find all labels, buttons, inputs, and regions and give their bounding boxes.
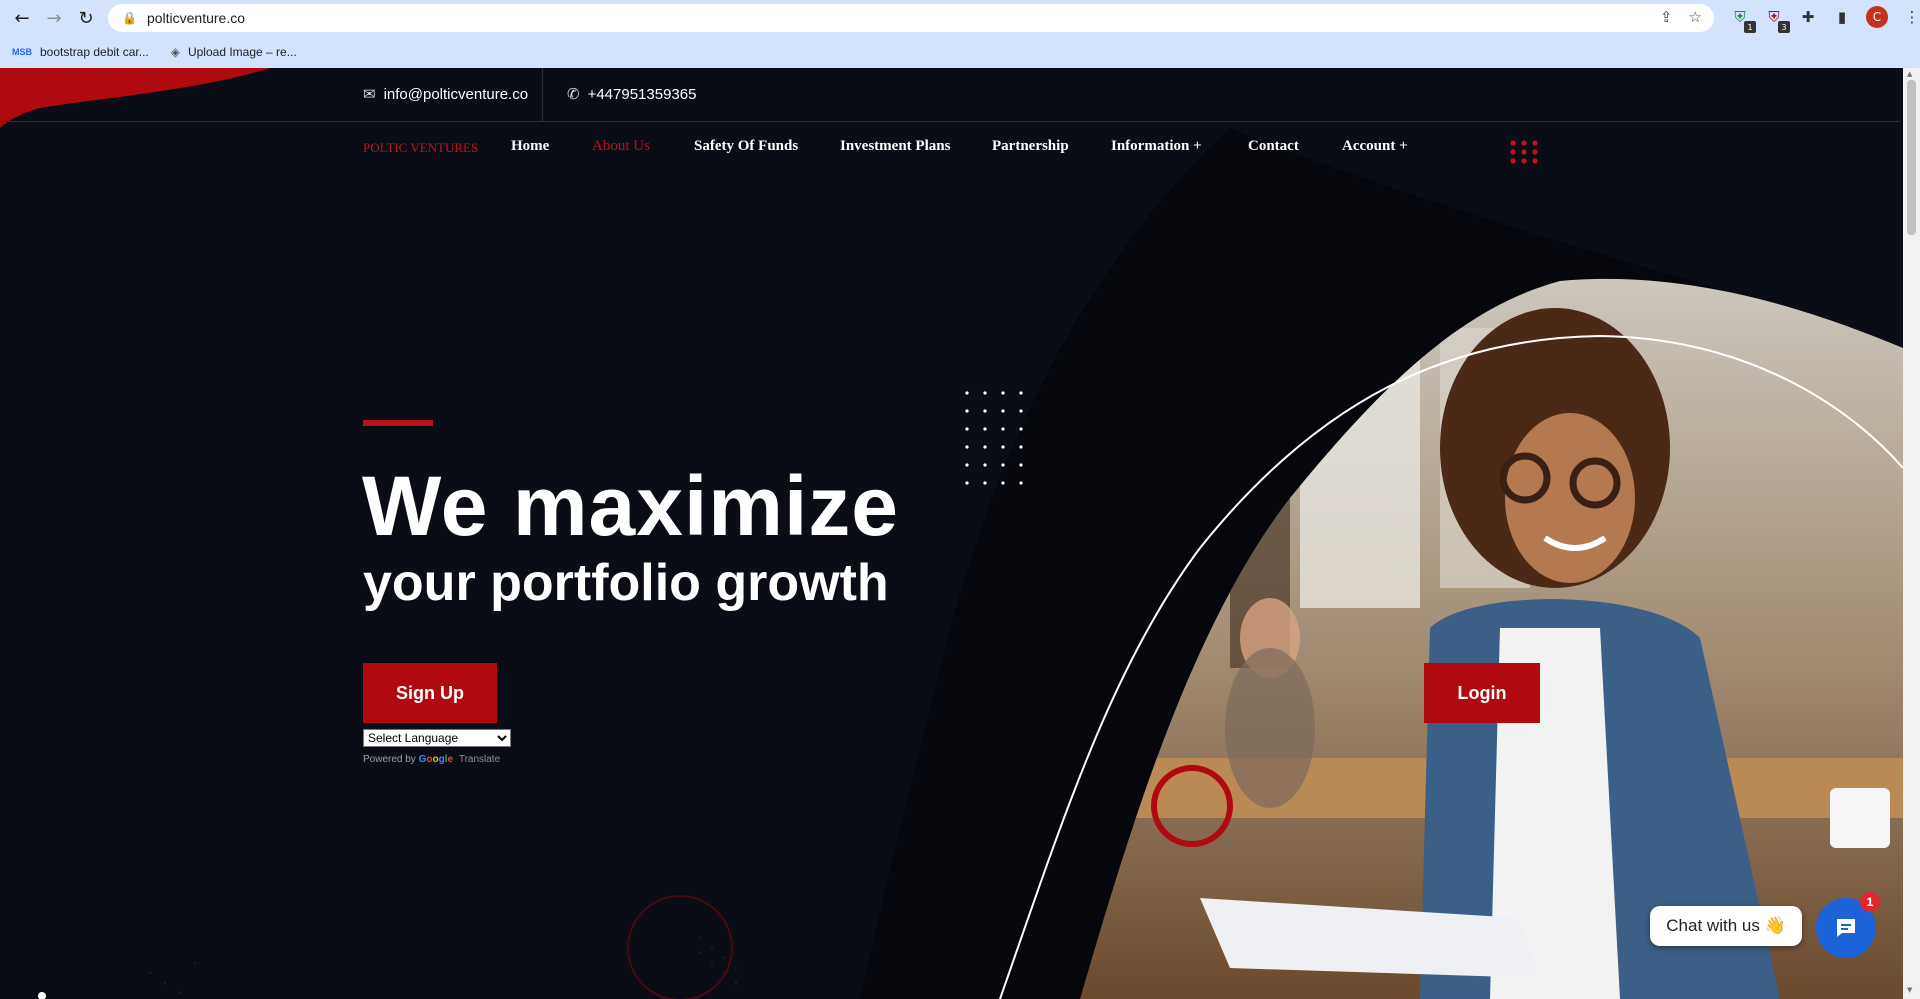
puzzle-icon[interactable]: ✚ bbox=[1798, 7, 1818, 27]
page-scrollbar[interactable]: ▲ ▼ bbox=[1903, 68, 1920, 999]
address-bar[interactable]: 🔒 polticventure.co ⇪ ☆ bbox=[108, 4, 1714, 32]
page: ✉ info@polticventure.co ✆ +447951359365 … bbox=[0, 68, 1920, 999]
nav-investment-plans[interactable]: Investment Plans bbox=[840, 138, 950, 155]
chat-bubble-icon bbox=[1837, 919, 1855, 937]
email-text: info@polticventure.co bbox=[383, 85, 529, 103]
bookmarks-bar: MSB bootstrap debit car... ◈ Upload Imag… bbox=[0, 38, 307, 66]
hero-accent-bar bbox=[363, 420, 433, 426]
topbar-divider bbox=[542, 68, 543, 122]
translate-link[interactable]: Translate bbox=[459, 754, 500, 765]
extension-shield-icon[interactable]: ⛨ 1 bbox=[1730, 7, 1756, 33]
language-select[interactable]: Select Language bbox=[363, 729, 511, 747]
scrollbar-thumb[interactable] bbox=[1907, 80, 1916, 235]
phone-contact[interactable]: ✆ +447951359365 bbox=[567, 85, 696, 103]
scroll-up-icon[interactable]: ▲ bbox=[1907, 70, 1912, 78]
bookmark-star-icon[interactable]: ☆ bbox=[1689, 8, 1702, 26]
reload-icon[interactable]: ↻ bbox=[70, 2, 102, 34]
hero-headline: We maximize bbox=[362, 459, 900, 553]
nav-information[interactable]: Information + bbox=[1111, 138, 1202, 155]
scroll-down-icon[interactable]: ▼ bbox=[1907, 986, 1912, 994]
nav-safety-of-funds[interactable]: Safety Of Funds bbox=[694, 138, 798, 155]
profile-avatar[interactable]: C bbox=[1866, 6, 1888, 28]
chat-with-us-label[interactable]: Chat with us 👋 bbox=[1650, 906, 1802, 946]
url-text[interactable]: polticventure.co bbox=[147, 10, 245, 26]
extension-shield-red-icon[interactable]: ⛨ 3 bbox=[1764, 7, 1790, 33]
sidepanel-icon[interactable]: ▮ bbox=[1832, 7, 1852, 27]
login-button[interactable]: Login bbox=[1424, 663, 1540, 723]
hero-background bbox=[0, 68, 1903, 999]
google-translate-attribution: Powered by Google Translate bbox=[363, 754, 500, 765]
phone-icon: ✆ bbox=[567, 85, 580, 103]
nav-about-us[interactable]: About Us bbox=[592, 138, 650, 155]
browser-chrome: ← → ↻ 🔒 polticventure.co ⇪ ☆ ⛨ 1 ⛨ 3 ✚ ▮ C… bbox=[0, 0, 1920, 68]
nav-contact[interactable]: Contact bbox=[1248, 138, 1299, 155]
share-icon[interactable]: ⇪ bbox=[1660, 8, 1673, 26]
signup-button[interactable]: Sign Up bbox=[363, 663, 497, 723]
chat-notification-badge: 1 bbox=[1860, 892, 1880, 912]
back-icon[interactable]: ← bbox=[6, 2, 38, 34]
nav-home[interactable]: Home bbox=[511, 138, 549, 155]
brand-logo[interactable]: POLTIC VENTURES bbox=[363, 140, 478, 156]
nav-account[interactable]: Account + bbox=[1342, 138, 1408, 155]
extension-badge: 3 bbox=[1778, 21, 1790, 33]
menu-kebab-icon[interactable]: ⋮ bbox=[1902, 7, 1920, 27]
extension-badge: 1 bbox=[1744, 21, 1756, 33]
extensions-area: ⛨ 1 ⛨ 3 ✚ ▮ C ⋮ bbox=[1730, 6, 1920, 33]
nav-partnership[interactable]: Partnership bbox=[992, 138, 1069, 155]
bookmark-item[interactable]: MSB bootstrap debit car... bbox=[12, 45, 149, 59]
forward-icon[interactable]: → bbox=[38, 2, 70, 34]
bookmark-label: bootstrap debit car... bbox=[40, 45, 149, 59]
lock-icon: 🔒 bbox=[122, 11, 137, 25]
msb-icon: MSB bbox=[12, 47, 32, 57]
stack-icon: ◈ bbox=[170, 45, 180, 59]
bookmark-item[interactable]: ◈ Upload Image – re... bbox=[171, 45, 297, 59]
envelope-icon: ✉ bbox=[363, 85, 376, 103]
email-contact[interactable]: ✉ info@polticventure.co bbox=[363, 85, 528, 103]
google-logo[interactable]: Google bbox=[419, 754, 456, 765]
hero-subheadline: your portfolio growth bbox=[363, 554, 889, 612]
powered-by-text: Powered by bbox=[363, 754, 416, 765]
contact-topbar bbox=[0, 68, 1900, 122]
bookmark-label: Upload Image – re... bbox=[187, 45, 297, 59]
menu-grid-icon[interactable] bbox=[1510, 140, 1540, 164]
phone-text: +447951359365 bbox=[587, 85, 697, 103]
